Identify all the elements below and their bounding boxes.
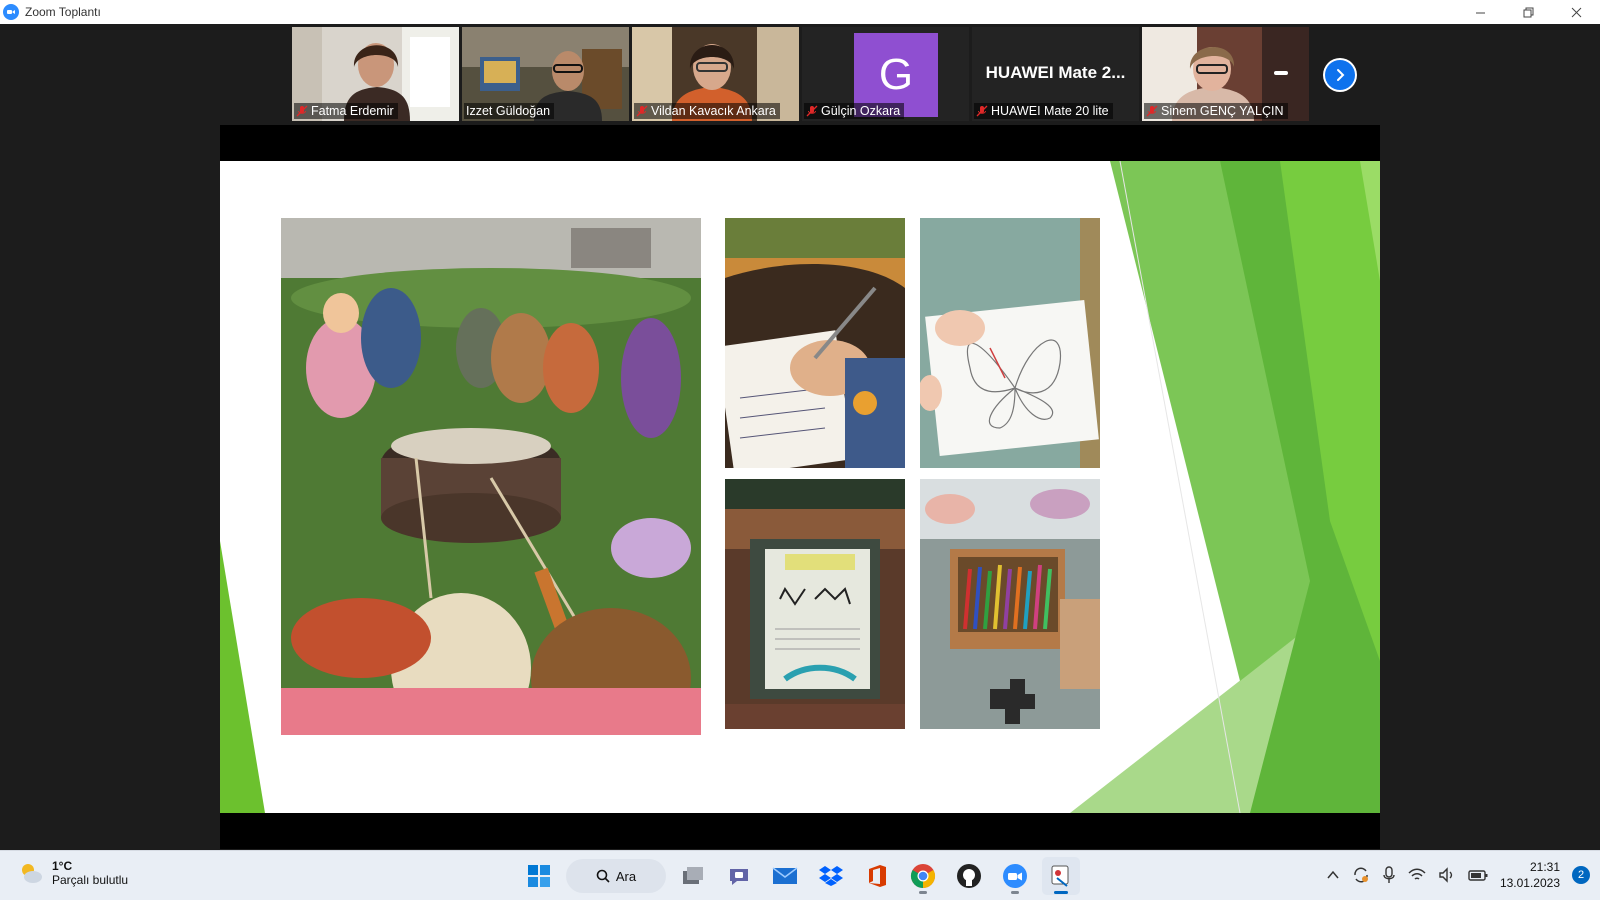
chevron-right-icon bbox=[1337, 69, 1345, 81]
participant-tile[interactable]: Izzet Güldoğan bbox=[462, 27, 629, 121]
windows-taskbar: 1°C Parçalı bulutlu Ara 21:31 13.01.2023… bbox=[0, 850, 1600, 900]
mic-muted-icon bbox=[976, 105, 988, 117]
participant-tile[interactable]: HUAWEI Mate 2... HUAWEI Mate 20 lite bbox=[972, 27, 1139, 121]
shared-screen bbox=[220, 125, 1380, 849]
taskbar-clock[interactable]: 21:31 13.01.2023 bbox=[1500, 859, 1560, 891]
github-icon bbox=[957, 864, 981, 888]
slide-photo-sign-board bbox=[725, 479, 905, 729]
participant-name: Gülçin Ozkara bbox=[821, 104, 901, 118]
wifi-icon[interactable] bbox=[1408, 867, 1426, 883]
task-view-icon bbox=[683, 867, 703, 884]
task-view-button[interactable] bbox=[674, 857, 712, 895]
zoom-app-icon bbox=[3, 4, 19, 20]
participant-name-label: Izzet Güldoğan bbox=[464, 103, 555, 119]
restore-button[interactable] bbox=[1504, 0, 1552, 24]
mic-muted-icon bbox=[636, 105, 648, 117]
participant-name: HUAWEI Mate 20 lite bbox=[991, 104, 1109, 118]
chevron-up-icon[interactable] bbox=[1326, 868, 1340, 882]
mic-muted-icon bbox=[1146, 105, 1158, 117]
gallery-next-button[interactable] bbox=[1323, 58, 1357, 92]
dropbox-button[interactable] bbox=[812, 857, 850, 895]
chrome-button[interactable] bbox=[904, 857, 942, 895]
mic-muted-icon bbox=[296, 105, 308, 117]
slide-photo-butterfly-drawing bbox=[920, 218, 1100, 468]
participant-gallery: Fatma Erdemir Izzet Güldoğan Vildan Kava… bbox=[292, 27, 1309, 121]
notification-badge[interactable]: 2 bbox=[1572, 866, 1590, 884]
search-label: Ara bbox=[615, 868, 637, 884]
microphone-icon[interactable] bbox=[1382, 866, 1396, 884]
participant-name: Sinem GENÇ YALÇIN bbox=[1161, 104, 1284, 118]
github-button[interactable] bbox=[950, 857, 988, 895]
presentation-slide bbox=[220, 161, 1380, 813]
zoom-button[interactable] bbox=[996, 857, 1034, 895]
slide-photo-campfire bbox=[281, 218, 701, 735]
participant-name-label: HUAWEI Mate 20 lite bbox=[974, 103, 1113, 119]
snipping-tool-icon bbox=[1051, 865, 1069, 887]
office-button[interactable] bbox=[858, 857, 896, 895]
window-titlebar: Zoom Toplantı bbox=[0, 0, 1600, 24]
chrome-icon bbox=[910, 864, 936, 888]
zoom-icon bbox=[1003, 864, 1027, 888]
minimize-button[interactable] bbox=[1456, 0, 1504, 24]
clock-date: 13.01.2023 bbox=[1499, 876, 1560, 890]
partly-cloudy-icon bbox=[22, 864, 42, 883]
clock-time: 21:31 bbox=[1529, 860, 1560, 874]
mail-button[interactable] bbox=[766, 857, 804, 895]
weather-temperature: 1°C bbox=[52, 859, 73, 873]
weather-widget[interactable]: 1°C Parçalı bulutlu bbox=[18, 859, 128, 887]
participant-name-label: Vildan Kavacık Ankara bbox=[634, 103, 780, 119]
snipping-tool-button[interactable] bbox=[1042, 857, 1080, 895]
search-icon bbox=[596, 869, 610, 883]
sync-icon[interactable] bbox=[1352, 866, 1370, 884]
mail-icon bbox=[772, 867, 798, 884]
meeting-stage: Fatma Erdemir Izzet Güldoğan Vildan Kava… bbox=[0, 24, 1600, 850]
weather-description: Parçalı bulutlu bbox=[52, 873, 129, 887]
participant-tile[interactable]: Sinem GENÇ YALÇIN bbox=[1142, 27, 1309, 121]
slide-photo-crayons bbox=[920, 479, 1100, 729]
dropbox-icon bbox=[819, 866, 843, 886]
participant-name-label: Gülçin Ozkara bbox=[804, 103, 905, 119]
participant-tile[interactable]: Vildan Kavacık Ankara bbox=[632, 27, 799, 121]
participant-name-label: Sinem GENÇ YALÇIN bbox=[1144, 103, 1288, 119]
close-button[interactable] bbox=[1552, 0, 1600, 24]
participant-name: Fatma Erdemir bbox=[311, 104, 394, 118]
participant-name: Izzet Güldoğan bbox=[466, 104, 551, 118]
system-tray: 21:31 13.01.2023 2 bbox=[1326, 859, 1590, 891]
teams-chat-icon bbox=[730, 869, 748, 885]
office-icon bbox=[869, 865, 886, 887]
windows-logo-icon bbox=[528, 865, 550, 887]
taskbar-search[interactable]: Ara bbox=[566, 859, 666, 893]
participant-name-label: Fatma Erdemir bbox=[294, 103, 398, 119]
volume-icon[interactable] bbox=[1438, 867, 1456, 883]
teams-chat-button[interactable] bbox=[720, 857, 758, 895]
participant-display-title: HUAWEI Mate 2... bbox=[985, 63, 1126, 82]
slide-photo-writing bbox=[725, 218, 905, 468]
window-title: Zoom Toplantı bbox=[25, 5, 101, 19]
participant-name: Vildan Kavacık Ankara bbox=[651, 104, 776, 118]
mic-muted-icon bbox=[806, 105, 818, 117]
participant-tile[interactable]: G Gülçin Ozkara bbox=[802, 27, 969, 121]
battery-icon[interactable] bbox=[1468, 868, 1488, 882]
participant-tile[interactable]: Fatma Erdemir bbox=[292, 27, 459, 121]
start-button[interactable] bbox=[520, 857, 558, 895]
